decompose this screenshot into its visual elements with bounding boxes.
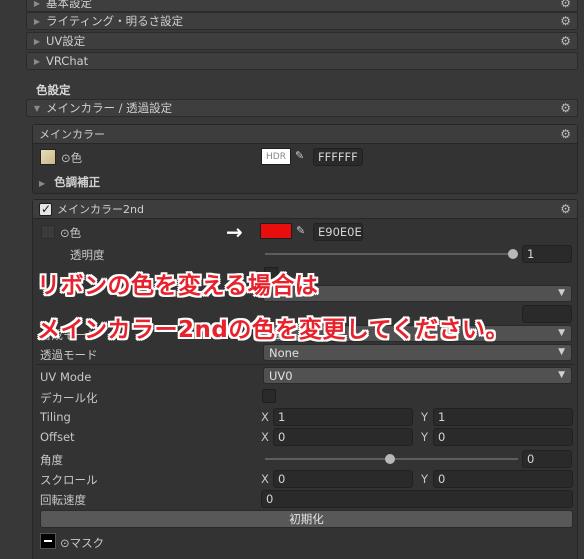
gear-icon[interactable]: ⚙ — [560, 202, 571, 216]
color-settings-heading: 色設定 — [36, 83, 71, 97]
transparency-mode-dropdown[interactable]: None ▼ — [263, 344, 572, 361]
color-correction-foldout[interactable]: ▶ 色調補正 — [39, 174, 100, 190]
angle-slider-knob[interactable] — [385, 454, 395, 464]
second-color-swatch[interactable] — [260, 223, 292, 239]
expand-triangle-icon: ▶ — [33, 36, 41, 46]
gear-icon[interactable]: ⚙ — [560, 0, 571, 10]
main-color-2nd-panel-header: メインカラー2nd ⚙ — [33, 200, 577, 219]
arrow-annotation: → — [226, 220, 243, 244]
chevron-down-icon: ▼ — [558, 370, 565, 380]
rotation-speed-label: 回転速度 — [40, 493, 86, 507]
angle-label: 角度 — [40, 453, 63, 467]
main-color-hex-input[interactable]: FFFFFF — [313, 148, 363, 166]
decal-label: デカール化 — [40, 391, 98, 405]
uv-mode-dropdown[interactable]: UV0 ▼ — [263, 367, 572, 384]
main-color-panel: メインカラー ⚙ ⊙色 HDR ✎ FFFFFF ▶ 色調補正 — [32, 124, 578, 194]
dropdown-value: None — [269, 345, 300, 360]
chevron-down-icon: ▼ — [558, 328, 565, 338]
section-label: メインカラー / 透過設定 — [46, 101, 173, 115]
color-correction-label: 色調補正 — [54, 175, 101, 189]
decal-checkbox[interactable] — [262, 389, 276, 403]
tiling-x-axis: X — [261, 410, 269, 424]
offset-x-input[interactable]: 0 — [273, 428, 413, 446]
tiling-label: Tiling — [40, 410, 71, 424]
gear-icon[interactable]: ⚙ — [560, 101, 571, 115]
mask-label: ⊙マスク — [60, 536, 105, 550]
chevron-down-icon: ▼ — [558, 347, 565, 357]
second-color-hex-input[interactable]: E90E0E — [313, 223, 363, 241]
gear-icon[interactable]: ⚙ — [560, 127, 571, 141]
scroll-x-input[interactable]: 0 — [273, 470, 413, 488]
reset-button-label: 初期化 — [289, 512, 324, 526]
rotation-speed-input[interactable]: 0 — [261, 490, 573, 508]
expand-triangle-icon: ▶ — [33, 56, 41, 66]
section-label: ライティング・明るさ設定 — [46, 14, 184, 28]
tiling-y-input[interactable]: 1 — [433, 408, 573, 426]
main-color-label: ⊙色 — [61, 151, 83, 165]
gear-icon[interactable]: ⚙ — [560, 14, 571, 28]
section-label: UV設定 — [46, 34, 86, 48]
main-color-2nd-toggle[interactable] — [39, 202, 52, 216]
annotation-line-2: メインカラー2ndの色を変更してください。 — [37, 317, 509, 343]
annotation-line-1: リボンの色を変える場合は — [37, 273, 319, 299]
tiling-y-axis: Y — [421, 410, 429, 424]
section-main-transparent[interactable]: ▼ メインカラー / 透過設定 ⚙ — [26, 99, 578, 117]
reset-button[interactable]: 初期化 — [40, 510, 573, 528]
gear-icon[interactable]: ⚙ — [560, 34, 571, 48]
offset-y-input[interactable]: 0 — [433, 428, 573, 446]
offset-x-axis: X — [261, 430, 269, 444]
opacity-input[interactable]: 1 — [522, 245, 572, 263]
scroll-label: スクロール — [40, 473, 98, 487]
transparency-mode-label: 透過モード — [40, 348, 98, 362]
section-vrchat[interactable]: ▶ VRChat — [26, 52, 578, 70]
second-color-label: ⊙色 — [60, 226, 82, 240]
scroll-y-input[interactable]: 0 — [433, 470, 573, 488]
divider — [36, 364, 574, 365]
opacity-label: 透明度 — [70, 248, 105, 262]
scroll-y-axis: Y — [421, 472, 429, 486]
expand-triangle-icon: ▶ — [39, 179, 46, 188]
eyedropper-icon[interactable]: ✎ — [295, 149, 304, 162]
opacity-slider-track[interactable] — [265, 253, 515, 255]
chevron-down-icon: ▼ — [558, 288, 565, 298]
panel-title: メインカラー2nd — [57, 203, 144, 216]
offset-y-axis: Y — [421, 430, 429, 444]
hdr-label: HDR — [266, 151, 286, 162]
section-basic[interactable]: ▶ 基本設定 ⚙ — [26, 0, 578, 12]
hdr-color-field[interactable]: HDR — [261, 148, 291, 165]
dropdown-value: UV0 — [269, 368, 293, 383]
mask-preview-mark — [44, 540, 52, 542]
offset-label: Offset — [40, 430, 75, 444]
section-uv[interactable]: ▶ UV設定 ⚙ — [26, 32, 578, 50]
section-label: 基本設定 — [46, 0, 92, 10]
angle-input[interactable]: 0 — [522, 450, 572, 468]
section-lighting[interactable]: ▶ ライティング・明るさ設定 ⚙ — [26, 12, 578, 30]
uv-mode-label: UV Mode — [40, 370, 92, 384]
section-label: VRChat — [46, 54, 89, 68]
hidden-input[interactable] — [522, 305, 572, 323]
mask-thumbnail[interactable] — [40, 533, 56, 549]
eyedropper-icon[interactable]: ✎ — [296, 224, 305, 237]
tiling-x-input[interactable]: 1 — [273, 408, 413, 426]
panel-title: メインカラー — [39, 128, 105, 141]
opacity-slider-knob[interactable] — [508, 249, 518, 259]
scroll-x-axis: X — [261, 472, 269, 486]
expand-triangle-icon: ▶ — [33, 0, 41, 8]
collapse-triangle-icon: ▼ — [33, 103, 41, 113]
expand-triangle-icon: ▶ — [33, 16, 41, 26]
texture-thumbnail[interactable] — [40, 149, 56, 165]
main-color-panel-header: メインカラー ⚙ — [33, 125, 577, 144]
texture-slot[interactable] — [41, 225, 55, 239]
